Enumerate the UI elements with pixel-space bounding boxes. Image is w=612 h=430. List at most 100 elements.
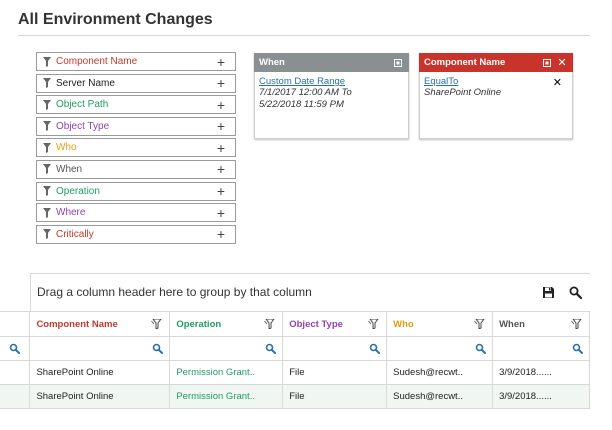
table-cell: Permission Grant..: [169, 384, 284, 409]
column-header[interactable]: Component Name: [29, 311, 171, 337]
column-header-label: When: [499, 318, 525, 330]
filter-label: Component Name: [56, 56, 138, 67]
column-header-label: Component Name: [36, 318, 118, 330]
filter-funnel-icon: [40, 142, 54, 153]
table-cell: Permission Grant..: [169, 360, 284, 385]
table-row[interactable]: SharePoint Online Permission Grant.. File S…: [0, 360, 590, 385]
filter-funnel-icon: [40, 186, 54, 197]
filter-item[interactable]: Who +: [36, 138, 236, 158]
column-filter-icon[interactable]: [571, 319, 583, 329]
filter-item[interactable]: Object Path +: [36, 95, 236, 115]
component-card-title: Component Name: [424, 57, 506, 68]
restore-icon[interactable]: [392, 57, 404, 69]
grid-filter-row: [0, 336, 590, 361]
filter-label: Where: [56, 207, 86, 219]
filter-list: Component Name + Server Name + Object Pa…: [36, 52, 236, 246]
column-search-icon[interactable]: [36, 343, 164, 354]
table-cell: SharePoint Online: [29, 360, 171, 385]
table-cell: 3/9/2018......: [492, 360, 590, 385]
add-filter-icon[interactable]: +: [213, 97, 229, 113]
close-card-icon[interactable]: ✕: [556, 57, 568, 69]
column-header[interactable]: Who: [386, 311, 494, 337]
table-row[interactable]: SharePoint Online Permission Grant.. File S…: [0, 384, 590, 409]
filter-label: When: [56, 163, 83, 175]
filter-funnel-icon: [40, 99, 54, 110]
filter-funnel-icon: [40, 164, 54, 175]
when-value-start: 7/1/2017 12:00 AM To: [259, 87, 352, 98]
add-filter-icon[interactable]: +: [213, 75, 229, 91]
when-value-end: 5/22/2018 11:59 PM: [259, 99, 344, 110]
title-divider: [18, 35, 590, 36]
column-search-icon[interactable]: [289, 343, 381, 354]
when-card-header: When: [254, 53, 409, 72]
add-filter-icon[interactable]: +: [213, 54, 229, 70]
grid-table: Component Name Operation Object Type Who…: [0, 311, 590, 409]
filter-item[interactable]: Object Type +: [36, 116, 236, 136]
column-filter-icon[interactable]: [474, 319, 486, 329]
search-icon[interactable]: [569, 286, 583, 304]
when-condition-card: When Custom Date Range 7/1/2017 12:00 AM…: [254, 53, 409, 139]
filter-item[interactable]: Component Name +: [36, 52, 236, 71]
column-search-icon[interactable]: [176, 343, 277, 354]
column-filter-icon[interactable]: [368, 319, 380, 329]
table-cell: Sudesh@recwt..: [386, 360, 494, 385]
filter-label: Who: [56, 142, 77, 154]
grid-gutter: [0, 360, 31, 385]
add-filter-icon[interactable]: +: [213, 183, 229, 199]
when-condition-link[interactable]: Custom Date Range: [259, 76, 404, 87]
filter-funnel-icon: [40, 78, 54, 89]
filter-label: Operation: [56, 185, 100, 197]
group-by-hint: Drag a column header here to group by th…: [37, 285, 312, 299]
when-card-title: When: [259, 57, 285, 68]
grid-gutter: [0, 384, 31, 409]
table-cell: File: [282, 360, 388, 385]
table-cell: 3/9/2018......: [492, 384, 590, 409]
column-header[interactable]: When: [492, 311, 590, 337]
column-search-cell[interactable]: [169, 336, 284, 361]
filter-funnel-icon: [40, 121, 54, 132]
column-header-label: Who: [393, 318, 414, 330]
column-header-label: Object Type: [289, 318, 343, 330]
filter-funnel-icon: [40, 229, 54, 240]
column-search-cell[interactable]: [386, 336, 494, 361]
filter-label: Server Name: [56, 77, 115, 89]
component-condition-card: Component Name ✕ EqualTo SharePoint Onli…: [419, 53, 573, 139]
component-card-header: Component Name ✕: [419, 53, 573, 72]
filter-item[interactable]: Where +: [36, 203, 236, 223]
add-filter-icon[interactable]: +: [213, 161, 229, 177]
row-search-icon[interactable]: [0, 343, 29, 354]
column-header[interactable]: Object Type: [282, 311, 388, 337]
column-filter-icon[interactable]: [264, 319, 276, 329]
table-cell: File: [282, 384, 388, 409]
filter-funnel-icon: [40, 56, 54, 67]
column-search-icon[interactable]: [393, 343, 487, 354]
column-filter-icon[interactable]: [151, 319, 163, 329]
filter-label: Object Path: [56, 99, 109, 111]
restore-icon[interactable]: [541, 57, 553, 69]
add-filter-icon[interactable]: +: [213, 140, 229, 156]
column-search-icon[interactable]: [499, 343, 583, 354]
column-search-cell[interactable]: [282, 336, 388, 361]
component-value: SharePoint Online: [424, 87, 502, 98]
grid-gutter: [0, 311, 31, 337]
table-cell: SharePoint Online: [29, 384, 171, 409]
grid-header-row: Component Name Operation Object Type Who…: [0, 311, 590, 337]
filter-item[interactable]: Server Name +: [36, 73, 236, 93]
grid-gutter: [0, 336, 31, 361]
filter-funnel-icon: [40, 207, 54, 218]
filter-item[interactable]: Operation +: [36, 181, 236, 201]
filter-label: Critically: [56, 228, 94, 240]
add-filter-icon[interactable]: +: [213, 118, 229, 134]
add-filter-icon[interactable]: +: [213, 205, 229, 221]
group-by-bar[interactable]: Drag a column header here to group by th…: [30, 274, 590, 311]
remove-value-icon[interactable]: ✕: [553, 76, 562, 89]
add-filter-icon[interactable]: +: [213, 226, 229, 242]
column-header[interactable]: Operation: [169, 311, 284, 337]
component-condition-link[interactable]: EqualTo: [424, 76, 568, 87]
filter-item[interactable]: When +: [36, 159, 236, 179]
page-title: All Environment Changes: [18, 11, 213, 28]
column-search-cell[interactable]: [29, 336, 171, 361]
save-icon[interactable]: [542, 286, 555, 304]
filter-item[interactable]: Critically +: [36, 224, 236, 244]
column-search-cell[interactable]: [492, 336, 590, 361]
